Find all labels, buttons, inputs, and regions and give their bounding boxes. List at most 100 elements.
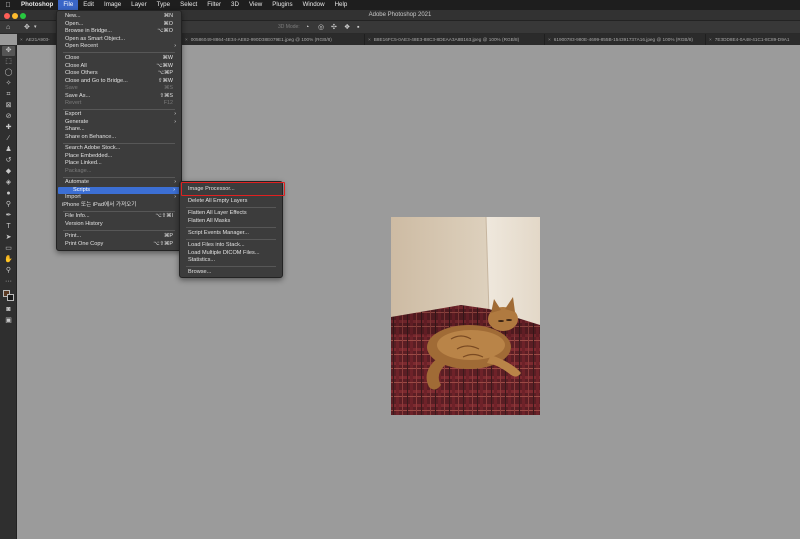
menu-photoshop[interactable]: Photoshop [16,0,58,10]
close-icon[interactable]: × [709,37,712,42]
clone-stamp-tool-icon[interactable]: ♟ [2,145,15,155]
menu-item-flatten-all-layer-effects[interactable]: Flatten All Layer Effects [180,210,282,218]
menu-item-delete-all-empty-layers[interactable]: Delete All Empty Layers [180,198,282,206]
menu-layer[interactable]: Layer [126,0,151,10]
menu-item-open-recent[interactable]: Open Recent › [57,43,181,51]
menu-item-open[interactable]: Open... ⌘O [57,21,181,29]
brush-tool-icon[interactable]: ∕ [2,134,15,144]
image-processor-callout [181,182,285,196]
menu-item-flatten-all-masks[interactable]: Flatten All Masks [180,218,282,226]
menu-item-close-all[interactable]: Close All ⌥⌘W [57,63,181,71]
menu-file[interactable]: File [58,0,79,10]
menu-item-file-info[interactable]: File Info... ⌥⇧⌘I [57,213,181,221]
menu-item-share[interactable]: Share... [57,126,181,134]
menu-item-script-events-manager[interactable]: Script Events Manager... [180,230,282,238]
document-tab[interactable]: × B8E16FC5-0AE3-48E3-88C3-8DEAA3A8B163.jp… [365,34,545,45]
pen-tool-icon[interactable]: ✒ [2,211,15,221]
menu-item-close-and-go-to-bridge[interactable]: Close and Go to Bridge... ⇧⌘W [57,78,181,86]
apple-icon[interactable]:  [0,2,16,9]
menu-item-load-files-into-stack[interactable]: Load Files into Stack... [180,242,282,250]
menu-item-browse[interactable]: Browse... [180,269,282,277]
menu-item-share-on-behance[interactable]: Share on Behance... [57,134,181,142]
menu-item-automate[interactable]: Automate › [57,179,181,187]
history-brush-tool-icon[interactable]: ↺ [2,156,15,166]
submenu-arrow-icon: › [174,111,176,117]
menu-item-import-from-iphone[interactable]: iPhone 또는 iPad에서 가져오기 [57,202,181,210]
3d-pan-icon[interactable]: ✣ [331,21,337,34]
3d-scale-icon[interactable]: ▪ [357,21,359,34]
menu-type[interactable]: Type [152,0,175,10]
healing-brush-tool-icon[interactable]: ✚ [2,123,15,133]
marquee-tool-icon[interactable]: ⬚ [2,57,15,67]
3d-slide-icon[interactable]: ❖ [344,21,350,34]
menu-help[interactable]: Help [330,0,353,10]
menu-view[interactable]: View [244,0,267,10]
file-menu-dropdown: New... ⌘N Open... ⌘O Browse in Bridge... ⌥⌘… [56,10,182,251]
menu-item-statistics[interactable]: Statistics... [180,257,282,265]
chevron-down-icon[interactable]: ▾ [34,21,37,34]
menu-select[interactable]: Select [175,0,202,10]
menu-item-place-embedded[interactable]: Place Embedded... [57,153,181,161]
menu-item-place-linked[interactable]: Place Linked... [57,160,181,168]
menu-item-export[interactable]: Export › [57,111,181,119]
menu-item-browse-in-bridge[interactable]: Browse in Bridge... ⌥⌘O [57,28,181,36]
menu-item-print-one-copy[interactable]: Print One Copy ⌥⇧⌘P [57,241,181,249]
3d-roll-icon[interactable]: ◎ [318,21,324,34]
background-color-swatch[interactable] [7,294,14,301]
crop-tool-icon[interactable]: ⌗ [2,90,15,100]
menu-item-close[interactable]: Close ⌘W [57,55,181,63]
magic-wand-tool-icon[interactable]: ✧ [2,79,15,89]
menu-item-search-adobe-stock[interactable]: Search Adobe Stock... [57,145,181,153]
menu-separator [63,211,175,212]
zoom-tool-icon[interactable]: ⚲ [2,266,15,276]
screen-mode-icon[interactable]: ▣ [2,316,15,326]
frame-tool-icon[interactable]: ⊠ [2,101,15,111]
submenu-arrow-icon: › [174,43,176,49]
menu-filter[interactable]: Filter [202,0,226,10]
menu-window[interactable]: Window [298,0,330,10]
menu-separator [63,109,175,110]
rectangle-tool-icon[interactable]: ▭ [2,244,15,254]
menu-item-open-as-smart-object[interactable]: Open as Smart Object... [57,36,181,44]
menu-item-print[interactable]: Print... ⌘P [57,233,181,241]
submenu-arrow-icon: › [174,179,176,185]
more-tools-icon[interactable]: ··· [2,277,15,287]
close-icon[interactable]: × [185,37,188,42]
blur-tool-icon[interactable]: ● [2,189,15,199]
menu-item-import[interactable]: Import › [57,194,181,202]
menu-item-generate[interactable]: Generate › [57,119,181,127]
eraser-tool-icon[interactable]: ◆ [2,167,15,177]
dodge-tool-icon[interactable]: ⚲ [2,200,15,210]
menu-item-close-others[interactable]: Close Others ⌥⌘P [57,70,181,78]
lasso-tool-icon[interactable]: ◯ [2,68,15,78]
move-tool-preset-icon[interactable]: ✥ [24,21,30,34]
menu-item-load-multiple-dicom-files[interactable]: Load Multiple DICOM Files... [180,250,282,258]
menu-item-new[interactable]: New... ⌘N [57,13,181,21]
menu-separator [186,239,276,240]
menu-item-scripts[interactable]: Scripts › [58,186,180,194]
document-tab[interactable]: × 61900783-980E-4699-855B-154391737A16.jp… [545,34,706,45]
submenu-arrow-icon: › [174,194,176,200]
hand-tool-icon[interactable]: ✋ [2,255,15,265]
paint-bucket-tool-icon[interactable]: ◈ [2,178,15,188]
eyedropper-tool-icon[interactable]: ⊘ [2,112,15,122]
path-selection-tool-icon[interactable]: ➤ [2,233,15,243]
document-tab[interactable]: × 7E3DD8E4-0A48-41C1-8C89-D9A1 [706,34,800,45]
menu-item-save: Save ⌘S [65,85,173,91]
menu-plugins[interactable]: Plugins [267,0,297,10]
home-icon[interactable]: ⌂ [6,21,10,34]
document-image[interactable] [391,217,540,415]
menu-item-save-as[interactable]: Save As... ⇧⌘S [57,93,181,101]
menu-image[interactable]: Image [99,0,126,10]
move-tool-icon[interactable]: ✥ [2,46,15,56]
document-tab[interactable]: × 00586049-8864-4E34-AE82-990D38E079E1.jp… [182,34,365,45]
menu-item-version-history[interactable]: Version History [57,221,181,229]
3d-orbit-icon[interactable]: ◔ [305,21,309,34]
menu-edit[interactable]: Edit [78,0,99,10]
close-icon[interactable]: × [20,37,23,42]
type-tool-icon[interactable]: T [2,222,15,232]
quick-mask-icon[interactable]: ◙ [2,305,15,315]
close-icon[interactable]: × [368,37,371,42]
menu-3d[interactable]: 3D [226,0,244,10]
close-icon[interactable]: × [548,37,551,42]
